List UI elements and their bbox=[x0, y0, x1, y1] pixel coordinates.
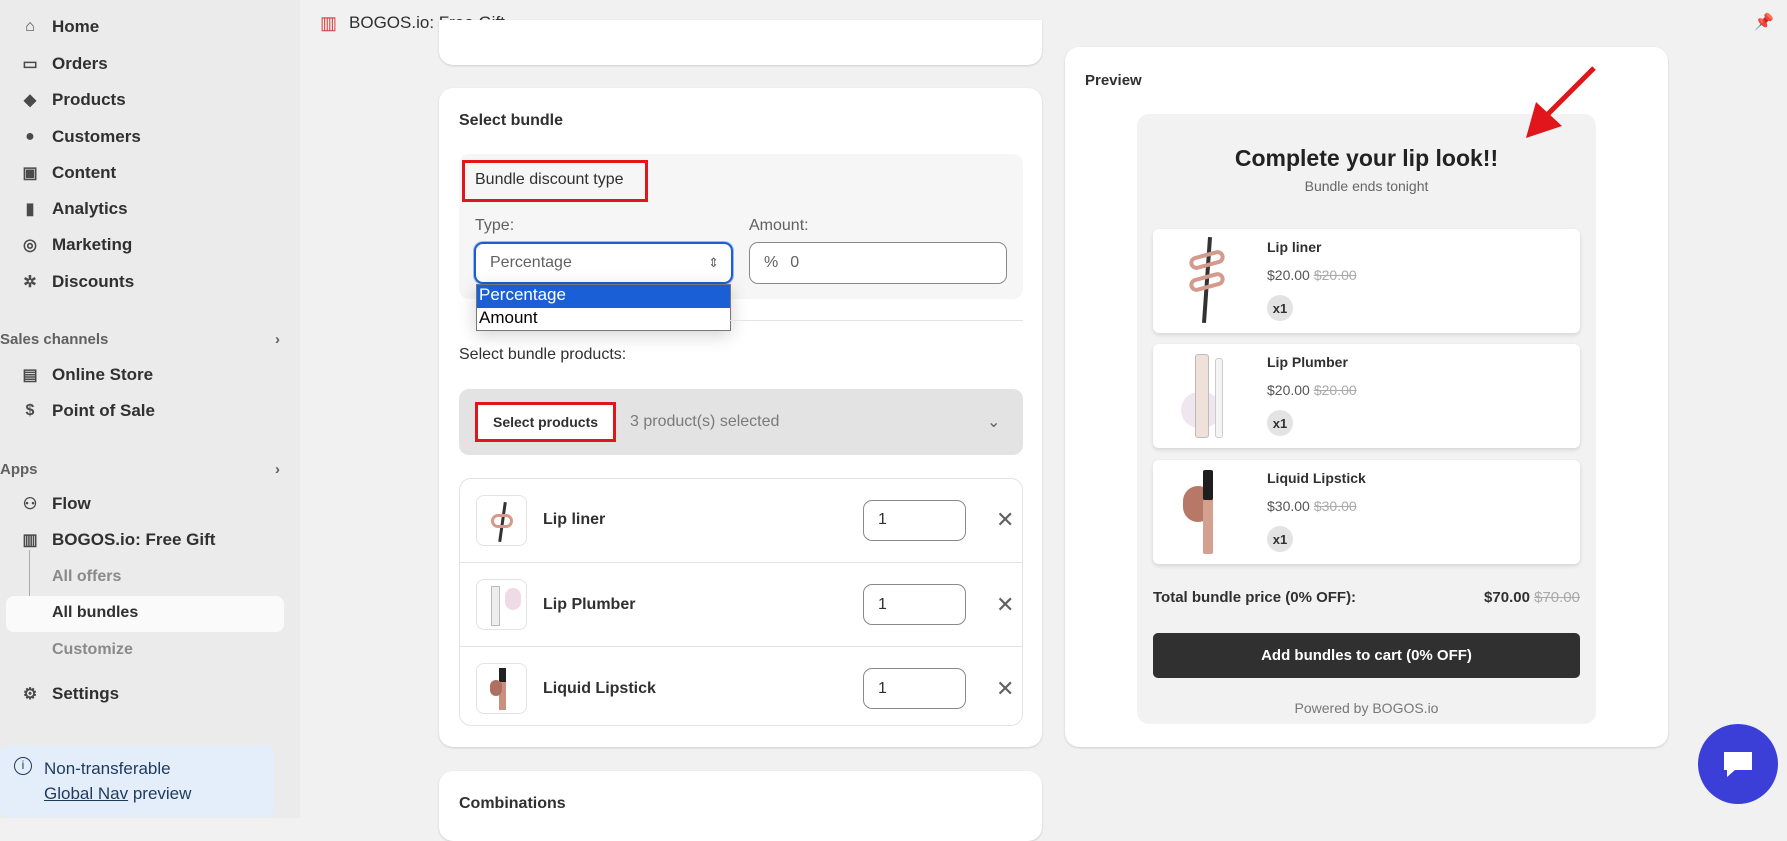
sidebar-subitem-all-bundles[interactable]: All bundles bbox=[52, 604, 138, 622]
previous-card bbox=[439, 20, 1042, 65]
preview-item: Lip liner $20.00 $20.00 x1 bbox=[1153, 229, 1580, 333]
quantity-input[interactable]: 1 bbox=[863, 499, 966, 541]
annotation-arrow bbox=[1526, 66, 1596, 138]
chevron-down-icon[interactable]: ⌄ bbox=[987, 412, 1000, 432]
product-selector[interactable]: Select products 3 product(s) selected ⌄ bbox=[459, 389, 1023, 455]
sidebar-item-flow[interactable]: ⚇ Flow bbox=[0, 487, 290, 521]
section-heading: Bundle discount type bbox=[475, 171, 624, 188]
sidebar-item-point-of-sale[interactable]: $ Point of Sale bbox=[0, 394, 290, 428]
option-amount[interactable]: Amount bbox=[477, 308, 730, 330]
option-percentage[interactable]: Percentage bbox=[477, 285, 730, 308]
chat-button[interactable] bbox=[1698, 724, 1778, 804]
quantity-badge: x1 bbox=[1267, 295, 1293, 321]
total-label: Total bundle price (0% OFF): bbox=[1153, 589, 1357, 606]
sidebar-item-products[interactable]: ◆ Products bbox=[0, 83, 290, 117]
select-bundle-card: Select bundle Bundle discount type Type:… bbox=[439, 88, 1042, 747]
sidebar: ⌂ Home ▭ Orders ◆ Products ● Customers ▣ Cont… bbox=[0, 0, 300, 818]
remove-icon[interactable]: ✕ bbox=[996, 507, 1014, 533]
lip-liner-image bbox=[1173, 236, 1243, 325]
preview-item: Lip Plumber $20.00 $20.00 x1 bbox=[1153, 344, 1580, 448]
tag-icon: ◆ bbox=[23, 92, 37, 109]
lip-plumber-image bbox=[1173, 352, 1243, 440]
amount-label: Amount: bbox=[749, 217, 809, 234]
selected-count: 3 product(s) selected bbox=[630, 413, 780, 430]
target-icon: ◎ bbox=[23, 237, 37, 254]
sidebar-item-discounts[interactable]: ✲ Discounts bbox=[0, 265, 290, 299]
info-icon: i bbox=[14, 757, 32, 775]
liquid-lipstick-image bbox=[1173, 468, 1243, 556]
sidebar-item-customers[interactable]: ● Customers bbox=[0, 120, 290, 154]
sales-channels-header[interactable]: Sales channels › bbox=[0, 331, 280, 348]
apps-header[interactable]: Apps › bbox=[0, 461, 280, 478]
card-title: Select bundle bbox=[459, 112, 564, 129]
sidebar-subitem-customize[interactable]: Customize bbox=[52, 641, 133, 659]
list-item: Lip Plumber 1 ✕ bbox=[460, 562, 1022, 646]
discount-icon: ✲ bbox=[23, 274, 37, 291]
lip-liner-thumbnail bbox=[476, 494, 527, 546]
product-list: Lip liner 1 ✕ Lip Plumber 1 ✕ Liquid Lip… bbox=[459, 478, 1023, 726]
card-title: Combinations bbox=[459, 795, 566, 812]
gift-icon: ▥ bbox=[320, 12, 338, 33]
quantity-badge: x1 bbox=[1267, 526, 1293, 552]
preview-card: Preview Complete your lip look!! Bundle … bbox=[1065, 47, 1668, 747]
global-nav-link[interactable]: Global Nav bbox=[44, 784, 128, 803]
list-item: Lip liner 1 ✕ bbox=[460, 479, 1022, 562]
sidebar-item-bogos[interactable]: ▥ BOGOS.io: Free Gift bbox=[0, 523, 290, 557]
quantity-input[interactable]: 1 bbox=[863, 668, 966, 709]
combinations-card: Combinations bbox=[439, 771, 1042, 841]
image-icon: ▣ bbox=[22, 165, 38, 182]
home-icon: ⌂ bbox=[25, 18, 35, 35]
sidebar-item-analytics[interactable]: ▮ Analytics bbox=[0, 192, 290, 226]
sidebar-item-marketing[interactable]: ◎ Marketing bbox=[0, 228, 290, 262]
remove-icon[interactable]: ✕ bbox=[996, 592, 1014, 618]
sidebar-item-content[interactable]: ▣ Content bbox=[0, 156, 290, 190]
type-select[interactable]: Percentage ⇕ bbox=[474, 242, 733, 284]
list-item: Liquid Lipstick 1 ✕ bbox=[460, 646, 1022, 725]
pin-icon[interactable]: 📌 bbox=[1754, 12, 1774, 32]
flow-icon: ⚇ bbox=[22, 496, 38, 513]
discount-type-section: Bundle discount type Type: Percentage ⇕ A… bbox=[459, 154, 1023, 299]
remove-icon[interactable]: ✕ bbox=[996, 676, 1014, 702]
chevron-right-icon: › bbox=[275, 331, 280, 348]
divider bbox=[729, 320, 1023, 321]
bar-chart-icon: ▮ bbox=[25, 201, 35, 218]
gift-icon: ▥ bbox=[22, 532, 38, 549]
preview-item: Liquid Lipstick $30.00 $30.00 x1 bbox=[1153, 460, 1580, 564]
amount-input[interactable]: % 0 bbox=[749, 242, 1007, 284]
type-dropdown-list: Percentage Amount bbox=[476, 284, 731, 331]
pos-icon: $ bbox=[25, 402, 35, 419]
liquid-lipstick-thumbnail bbox=[476, 663, 527, 714]
preview-label: Preview bbox=[1085, 72, 1142, 89]
widget-subheadline: Bundle ends tonight bbox=[1304, 178, 1429, 194]
quantity-input[interactable]: 1 bbox=[863, 584, 966, 625]
lip-plumber-thumbnail bbox=[476, 579, 527, 630]
chevron-right-icon: › bbox=[275, 461, 280, 478]
quantity-badge: x1 bbox=[1267, 410, 1293, 436]
bundle-widget-preview: Complete your lip look!! Bundle ends ton… bbox=[1137, 114, 1596, 724]
active-item-highlight bbox=[6, 596, 284, 632]
add-bundles-to-cart-button[interactable]: Add bundles to cart (0% OFF) bbox=[1153, 633, 1580, 678]
inbox-icon: ▭ bbox=[22, 56, 38, 73]
sidebar-item-online-store[interactable]: ▤ Online Store bbox=[0, 358, 290, 392]
global-nav-notice: i Non-transferable Global Nav preview bbox=[0, 745, 274, 817]
sidebar-item-settings[interactable]: ⚙ Settings bbox=[0, 677, 290, 711]
sidebar-subitem-all-offers[interactable]: All offers bbox=[52, 568, 121, 586]
sidebar-item-home[interactable]: ⌂ Home bbox=[0, 10, 290, 44]
total-price: $70.00 $70.00 bbox=[1484, 589, 1580, 606]
products-label: Select bundle products: bbox=[459, 346, 627, 363]
select-arrows-icon: ⇕ bbox=[708, 255, 719, 270]
type-label: Type: bbox=[475, 217, 515, 234]
gear-icon: ⚙ bbox=[22, 686, 38, 703]
select-products-button[interactable]: Select products bbox=[475, 402, 616, 442]
powered-by: Powered by BOGOS.io bbox=[1294, 700, 1439, 716]
store-icon: ▤ bbox=[22, 367, 38, 384]
sidebar-item-orders[interactable]: ▭ Orders bbox=[0, 47, 290, 81]
chat-icon bbox=[1724, 752, 1752, 777]
person-icon: ● bbox=[25, 128, 35, 145]
